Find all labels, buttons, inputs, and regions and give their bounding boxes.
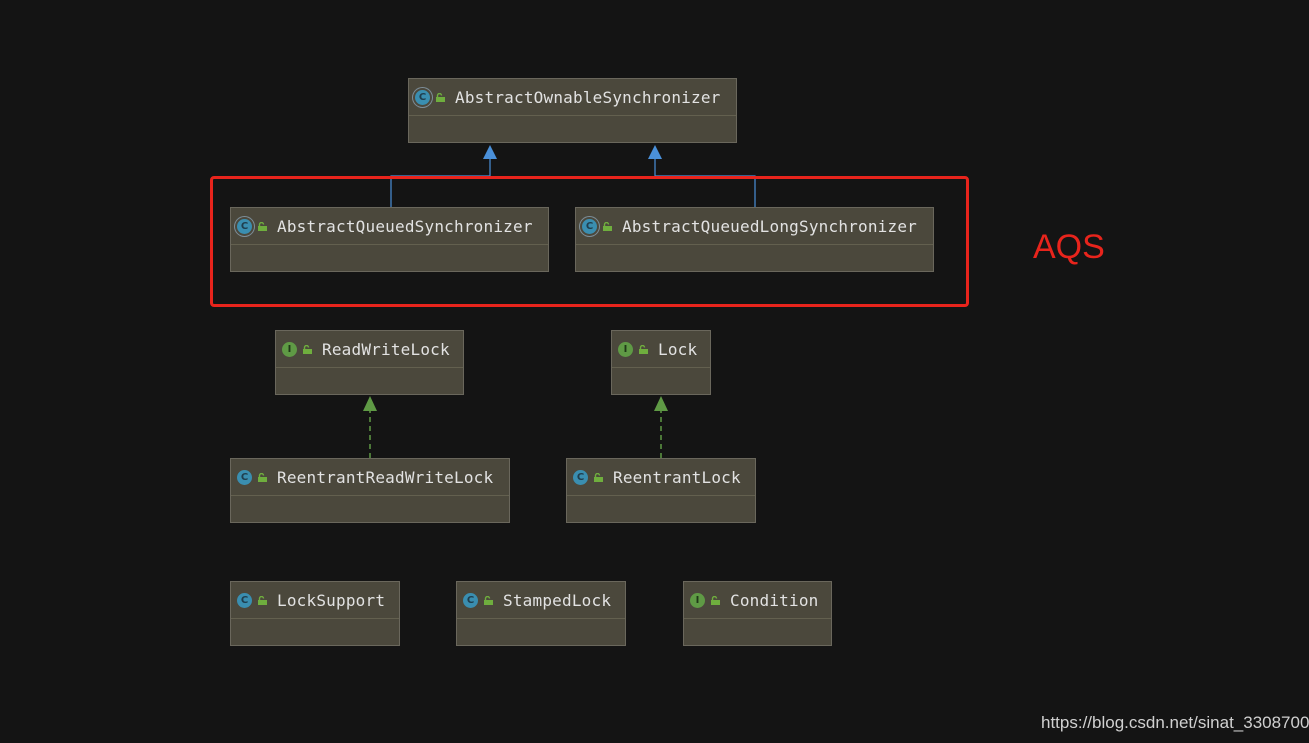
node-header: I Lock [612, 331, 710, 368]
node-reentrant-read-write-lock[interactable]: C ReentrantReadWriteLock [230, 458, 510, 523]
implements-edge-rrwl [363, 396, 377, 458]
public-lock-icon [303, 344, 312, 354]
public-lock-icon [711, 595, 720, 605]
class-name: LockSupport [277, 590, 386, 610]
interface-icon: I [282, 341, 297, 357]
interface-name: ReadWriteLock [322, 339, 450, 359]
watermark-url: https://blog.csdn.net/sinat_33087001 [1041, 713, 1309, 732]
node-header: C ReentrantLock [567, 459, 755, 496]
class-icon: C [463, 592, 478, 608]
interface-name: Lock [658, 339, 698, 359]
node-lock-support[interactable]: C LockSupport [230, 581, 400, 646]
abstract-class-icon: C [415, 89, 430, 105]
aqs-annotation-label: AQS [1033, 228, 1105, 266]
class-icon: C [237, 469, 252, 485]
node-read-write-lock[interactable]: I ReadWriteLock [275, 330, 464, 395]
node-header: I Condition [684, 582, 831, 619]
interface-icon: I [690, 592, 705, 608]
node-header: I ReadWriteLock [276, 331, 463, 368]
public-lock-icon [639, 344, 648, 354]
node-header: C StampedLock [457, 582, 625, 619]
node-reentrant-lock[interactable]: C ReentrantLock [566, 458, 756, 523]
node-lock[interactable]: I Lock [611, 330, 711, 395]
public-lock-icon [594, 472, 603, 482]
node-abstract-ownable-synchronizer[interactable]: C AbstractOwnableSynchronizer [408, 78, 737, 143]
public-lock-icon [258, 472, 267, 482]
class-name: ReentrantLock [613, 467, 741, 487]
class-name: StampedLock [503, 590, 612, 610]
node-condition[interactable]: I Condition [683, 581, 832, 646]
public-lock-icon [484, 595, 493, 605]
implements-edge-rl [654, 396, 668, 458]
public-lock-icon [436, 92, 445, 102]
public-lock-icon [258, 595, 267, 605]
node-header: C AbstractOwnableSynchronizer [409, 79, 736, 116]
node-stamped-lock[interactable]: C StampedLock [456, 581, 626, 646]
interface-name: Condition [730, 590, 819, 610]
aqs-highlight-box [210, 176, 969, 307]
interface-icon: I [618, 341, 633, 357]
node-header: C ReentrantReadWriteLock [231, 459, 509, 496]
class-icon: C [573, 469, 588, 485]
class-icon: C [237, 592, 252, 608]
class-name: AbstractOwnableSynchronizer [455, 87, 721, 107]
class-name: ReentrantReadWriteLock [277, 467, 494, 487]
node-header: C LockSupport [231, 582, 399, 619]
